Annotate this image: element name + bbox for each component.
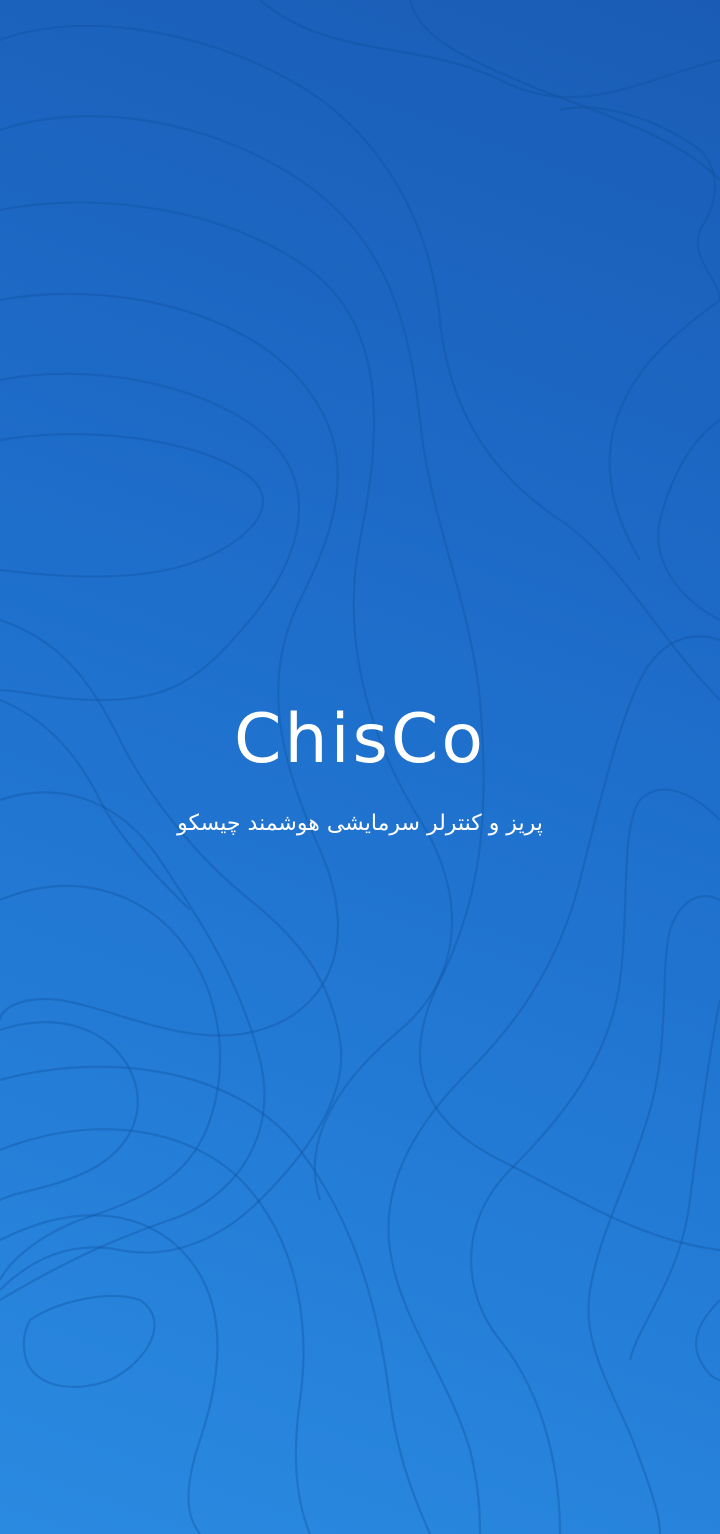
app-logo: ChisCo [234, 700, 486, 779]
brand-block: ChisCo پریز و کنترلر سرمایشی هوشمند چیسک… [0, 695, 720, 841]
app-tagline: پریز و کنترلر سرمایشی هوشمند چیسکو [177, 811, 543, 836]
splash-screen: ChisCo پریز و کنترلر سرمایشی هوشمند چیسک… [0, 0, 720, 1534]
